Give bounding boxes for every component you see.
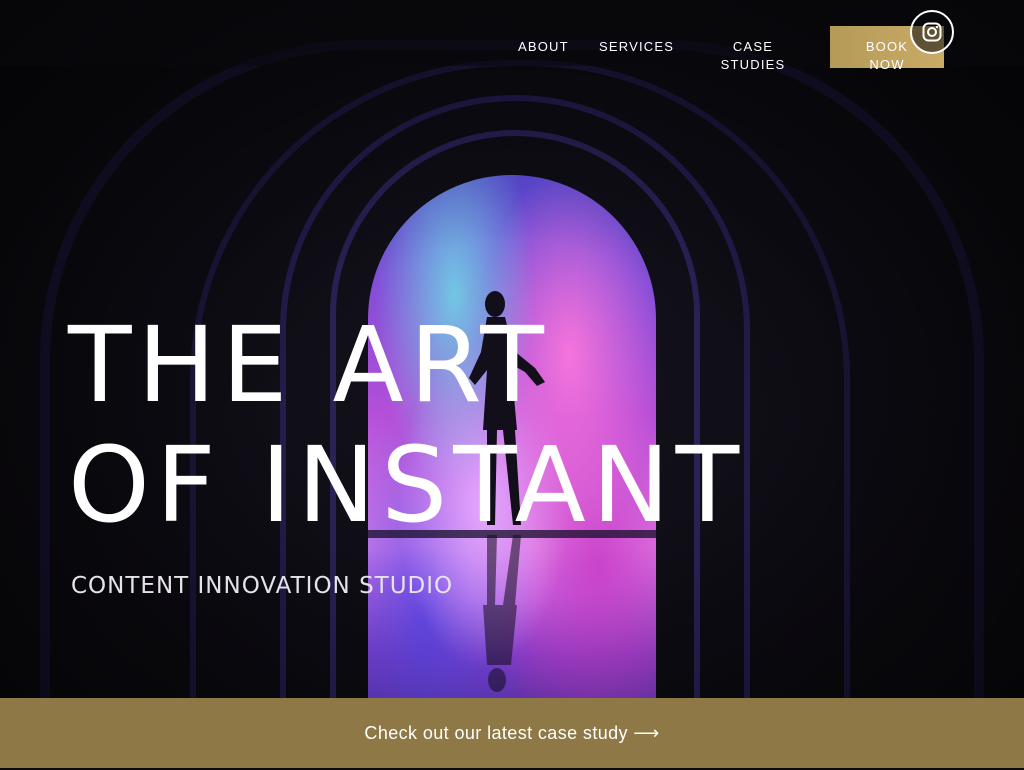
hero-subtitle: CONTENT INNOVATION STUDIO	[71, 573, 454, 599]
case-study-banner[interactable]: Check out our latest case study ⟶	[0, 698, 1024, 768]
book-now-label: BOOK NOW	[865, 39, 909, 72]
banner-link-text[interactable]: Check out our latest case study ⟶	[364, 723, 659, 743]
nav-about-link[interactable]: ABOUT	[518, 38, 569, 56]
nav-services-link[interactable]: SERVICES	[599, 38, 674, 56]
top-navigation-bar: ABOUT SERVICES CASE STUDIES BOOK NOW	[0, 0, 1024, 72]
headline-line-1: THE ART	[68, 304, 550, 426]
instagram-glyph	[922, 22, 942, 42]
nav-case-studies-link[interactable]: CASE STUDIES	[712, 38, 794, 74]
instagram-icon[interactable]	[910, 10, 954, 54]
headline-line-2: OF INSTANT	[68, 424, 746, 546]
hero-headline: THE ART OF INSTANT	[68, 305, 745, 545]
